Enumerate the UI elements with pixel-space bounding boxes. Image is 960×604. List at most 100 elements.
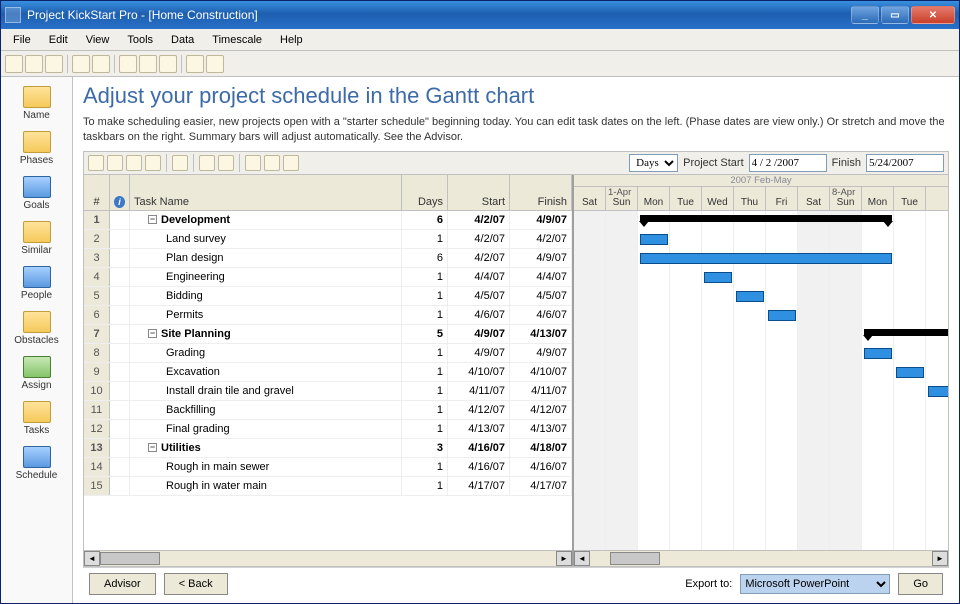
start-cell[interactable]: 4/5/07	[448, 287, 510, 305]
menu-timescale[interactable]: Timescale	[204, 32, 270, 48]
table-row[interactable]: 13−Utilities34/16/074/18/07	[84, 439, 572, 458]
start-cell[interactable]: 4/12/07	[448, 401, 510, 419]
advisor-button[interactable]: Advisor	[89, 573, 156, 595]
sidebar-item-obstacles[interactable]: Obstacles	[7, 308, 67, 349]
nav-first-icon[interactable]	[88, 155, 104, 171]
start-cell[interactable]: 4/2/07	[448, 249, 510, 267]
scroll-right-icon[interactable]: ►	[932, 551, 948, 566]
table-row[interactable]: 7−Site Planning54/9/074/13/07	[84, 325, 572, 344]
sidebar-item-assign[interactable]: Assign	[7, 353, 67, 394]
finish-cell[interactable]: 4/13/07	[510, 325, 572, 343]
task-bar[interactable]	[640, 234, 668, 245]
nav-next-icon[interactable]	[126, 155, 142, 171]
nav-prev-icon[interactable]	[107, 155, 123, 171]
days-cell[interactable]: 1	[402, 458, 448, 476]
table-row[interactable]: 3Plan design64/2/074/9/07	[84, 249, 572, 268]
task-bar[interactable]	[896, 367, 924, 378]
menu-data[interactable]: Data	[163, 32, 202, 48]
menu-tools[interactable]: Tools	[119, 32, 161, 48]
finish-cell[interactable]: 4/10/07	[510, 363, 572, 381]
start-cell[interactable]: 4/11/07	[448, 382, 510, 400]
col-info[interactable]: i	[110, 175, 130, 210]
finish-cell[interactable]: 4/9/07	[510, 211, 572, 229]
start-cell[interactable]: 4/2/07	[448, 211, 510, 229]
paste-icon[interactable]	[159, 55, 177, 73]
table-row[interactable]: 10Install drain tile and gravel14/11/074…	[84, 382, 572, 401]
task-name-cell[interactable]: Backfilling	[130, 401, 402, 419]
days-cell[interactable]: 1	[402, 287, 448, 305]
task-bar[interactable]	[736, 291, 764, 302]
link-icon[interactable]	[245, 155, 261, 171]
collapse-icon[interactable]: −	[148, 215, 157, 224]
start-cell[interactable]: 4/4/07	[448, 268, 510, 286]
days-cell[interactable]: 6	[402, 249, 448, 267]
finish-cell[interactable]: 4/11/07	[510, 382, 572, 400]
start-cell[interactable]: 4/6/07	[448, 306, 510, 324]
table-row[interactable]: 5Bidding14/5/074/5/07	[84, 287, 572, 306]
col-finish[interactable]: Finish	[510, 175, 572, 210]
task-name-cell[interactable]: Install drain tile and gravel	[130, 382, 402, 400]
goto-icon[interactable]	[283, 155, 299, 171]
days-cell[interactable]: 1	[402, 306, 448, 324]
close-button[interactable]: ✕	[911, 6, 955, 24]
task-name-cell[interactable]: Grading	[130, 344, 402, 362]
sidebar-item-phases[interactable]: Phases	[7, 128, 67, 169]
project-start-input[interactable]	[749, 154, 827, 172]
scroll-thumb[interactable]	[100, 552, 160, 565]
gantt-body[interactable]	[574, 211, 948, 550]
undo-icon[interactable]	[186, 55, 204, 73]
menu-help[interactable]: Help	[272, 32, 311, 48]
collapse-icon[interactable]: −	[148, 329, 157, 338]
gantt-hscroll[interactable]: ◄ ►	[574, 550, 948, 566]
table-row[interactable]: 11Backfilling14/12/074/12/07	[84, 401, 572, 420]
task-name-cell[interactable]: Bidding	[130, 287, 402, 305]
start-cell[interactable]: 4/9/07	[448, 325, 510, 343]
start-cell[interactable]: 4/2/07	[448, 230, 510, 248]
timescale-select[interactable]: Days	[629, 154, 678, 172]
table-row[interactable]: 4Engineering14/4/074/4/07	[84, 268, 572, 287]
task-name-cell[interactable]: −Development	[130, 211, 402, 229]
table-row[interactable]: 15Rough in water main14/17/074/17/07	[84, 477, 572, 496]
table-row[interactable]: 8Grading14/9/074/9/07	[84, 344, 572, 363]
task-name-cell[interactable]: Final grading	[130, 420, 402, 438]
redo-icon[interactable]	[206, 55, 224, 73]
task-bar[interactable]	[864, 348, 892, 359]
sidebar-item-similar[interactable]: Similar	[7, 218, 67, 259]
task-name-cell[interactable]: Engineering	[130, 268, 402, 286]
finish-cell[interactable]: 4/6/07	[510, 306, 572, 324]
table-hscroll[interactable]: ◄ ►	[84, 550, 572, 566]
task-name-cell[interactable]: −Utilities	[130, 439, 402, 457]
finish-cell[interactable]: 4/12/07	[510, 401, 572, 419]
days-cell[interactable]: 1	[402, 401, 448, 419]
collapse-icon[interactable]: −	[148, 443, 157, 452]
finish-cell[interactable]: 4/17/07	[510, 477, 572, 495]
go-button[interactable]: Go	[898, 573, 943, 595]
copy-icon[interactable]	[139, 55, 157, 73]
finish-cell[interactable]: 4/18/07	[510, 439, 572, 457]
export-select[interactable]: Microsoft PowerPoint	[740, 574, 890, 594]
task-name-cell[interactable]: Plan design	[130, 249, 402, 267]
finish-cell[interactable]: 4/5/07	[510, 287, 572, 305]
finish-cell[interactable]: 4/2/07	[510, 230, 572, 248]
finish-cell[interactable]: 4/16/07	[510, 458, 572, 476]
sidebar-item-name[interactable]: Name	[7, 83, 67, 124]
days-cell[interactable]: 1	[402, 363, 448, 381]
days-cell[interactable]: 1	[402, 382, 448, 400]
nav-last-icon[interactable]	[145, 155, 161, 171]
finish-input[interactable]	[866, 154, 944, 172]
task-bar[interactable]	[704, 272, 732, 283]
scroll-thumb[interactable]	[610, 552, 660, 565]
table-row[interactable]: 9Excavation14/10/074/10/07	[84, 363, 572, 382]
sidebar-item-goals[interactable]: Goals	[7, 173, 67, 214]
menu-view[interactable]: View	[78, 32, 118, 48]
col-days[interactable]: Days	[402, 175, 448, 210]
preview-icon[interactable]	[92, 55, 110, 73]
days-cell[interactable]: 6	[402, 211, 448, 229]
back-button[interactable]: < Back	[164, 573, 228, 595]
cut-icon[interactable]	[119, 55, 137, 73]
start-cell[interactable]: 4/17/07	[448, 477, 510, 495]
outdent-icon[interactable]	[199, 155, 215, 171]
table-row[interactable]: 12Final grading14/13/074/13/07	[84, 420, 572, 439]
summary-bar[interactable]	[640, 215, 892, 222]
task-name-cell[interactable]: Rough in main sewer	[130, 458, 402, 476]
